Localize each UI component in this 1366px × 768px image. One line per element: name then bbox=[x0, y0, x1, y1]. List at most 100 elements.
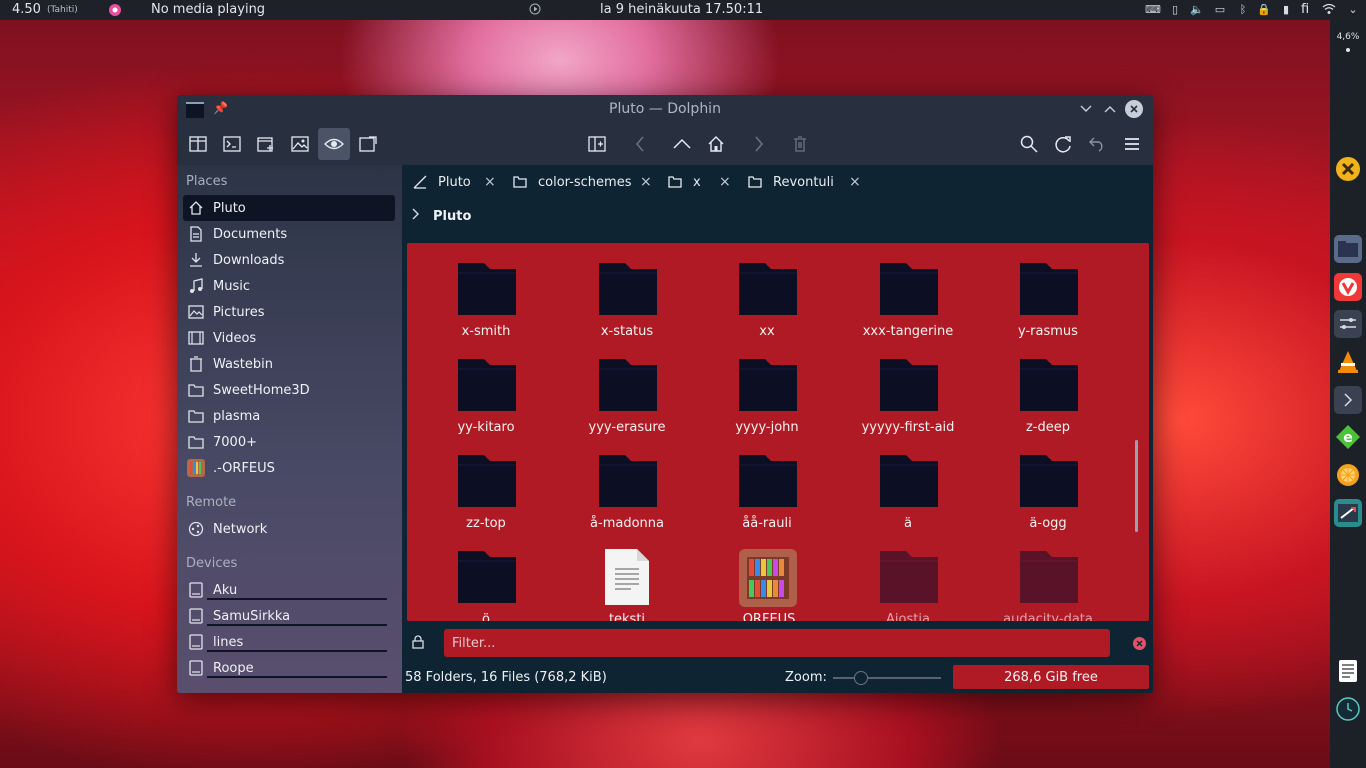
place-documents[interactable]: Documents bbox=[183, 221, 395, 247]
tab-close-icon[interactable]: × bbox=[719, 165, 731, 199]
place-pluto[interactable]: Pluto bbox=[183, 195, 395, 221]
orange-app-icon[interactable] bbox=[1334, 461, 1362, 489]
hidden-folder-item[interactable]: audacity-data bbox=[983, 531, 1113, 621]
file-manager-icon[interactable] bbox=[1334, 235, 1362, 263]
place-wastebin[interactable]: Wastebin bbox=[183, 351, 395, 377]
place-plasma[interactable]: plasma bbox=[183, 403, 395, 429]
folder-item[interactable]: xxx-tangerine bbox=[843, 243, 973, 339]
up-icon[interactable] bbox=[666, 128, 698, 160]
tab-color-schemes[interactable]: color-schemes × bbox=[506, 165, 656, 199]
lock-icon[interactable]: 🔒 bbox=[1257, 3, 1271, 17]
place-pictures[interactable]: Pictures bbox=[183, 299, 395, 325]
kdenlive-icon[interactable] bbox=[1334, 499, 1362, 527]
tab-close-icon[interactable]: × bbox=[640, 165, 652, 199]
home-icon[interactable] bbox=[700, 128, 732, 160]
undo-icon[interactable] bbox=[1081, 128, 1113, 160]
hamburger-menu-icon[interactable] bbox=[1116, 128, 1148, 160]
place-sweethome3d[interactable]: SweetHome3D bbox=[183, 377, 395, 403]
place-downloads[interactable]: Downloads bbox=[183, 247, 395, 273]
new-window-icon[interactable] bbox=[250, 128, 282, 160]
tab-revontuli[interactable]: Revontuli × bbox=[742, 165, 866, 199]
folder-item[interactable]: yyyyy-first-aid bbox=[843, 339, 973, 435]
keyboard-icon[interactable]: ⌨ bbox=[1145, 3, 1161, 17]
folder-item[interactable]: x-status bbox=[562, 243, 692, 339]
preview-image-icon[interactable] bbox=[284, 128, 316, 160]
maximize-icon[interactable] bbox=[1100, 99, 1120, 119]
tab-close-icon[interactable]: × bbox=[849, 165, 861, 199]
free-space-indicator[interactable]: 268,6 GiB free bbox=[953, 665, 1149, 689]
ebook-icon[interactable]: e bbox=[1334, 423, 1362, 451]
clipboard-icon[interactable]: ▯ bbox=[1168, 3, 1182, 17]
xmms-icon[interactable] bbox=[1334, 155, 1362, 183]
forward-icon[interactable] bbox=[743, 128, 775, 160]
status-bar: 58 Folders, 16 Files (768,2 KiB) Zoom: 2… bbox=[402, 663, 1153, 693]
file-item[interactable]: teksti bbox=[562, 531, 692, 621]
place-videos[interactable]: Videos bbox=[183, 325, 395, 351]
folder-item[interactable]: ä bbox=[843, 435, 973, 531]
folder-item[interactable]: yy-kitaro bbox=[421, 339, 551, 435]
bluetooth-icon[interactable]: ᛒ bbox=[1236, 3, 1250, 17]
breadcrumb-current[interactable]: Pluto bbox=[433, 209, 471, 224]
new-tab-icon[interactable] bbox=[352, 128, 384, 160]
folder-item[interactable]: å-madonna bbox=[562, 435, 692, 531]
play-icon[interactable] bbox=[528, 3, 542, 17]
display-icon[interactable]: ▭ bbox=[1213, 3, 1227, 17]
zoom-slider[interactable] bbox=[833, 677, 941, 679]
documents-icon bbox=[187, 225, 205, 243]
zoom-slider-handle[interactable] bbox=[854, 671, 868, 685]
media-player-icon[interactable] bbox=[108, 3, 122, 17]
terminal-icon[interactable] bbox=[216, 128, 248, 160]
tab-x[interactable]: x × bbox=[662, 165, 736, 199]
vlc-icon[interactable] bbox=[1334, 348, 1362, 376]
folder-item[interactable]: zz-top bbox=[421, 435, 551, 531]
trash-icon[interactable] bbox=[784, 128, 816, 160]
titlebar[interactable]: 📌 Pluto — Dolphin bbox=[177, 95, 1153, 123]
keyboard-layout[interactable]: fi bbox=[1301, 0, 1309, 20]
place-orfeus[interactable]: .-ORFEUS bbox=[183, 455, 395, 481]
datetime-clock[interactable]: la 9 heinäkuuta 17.50:11 bbox=[600, 0, 763, 20]
folder-item[interactable]: yyy-erasure bbox=[562, 339, 692, 435]
chevron-down-icon[interactable]: ⌄ bbox=[1346, 3, 1360, 17]
clock-app-icon[interactable] bbox=[1334, 695, 1362, 723]
orfeus-icon bbox=[739, 549, 797, 607]
clear-filter-icon[interactable] bbox=[1133, 637, 1146, 650]
battery-icon[interactable]: ▮ bbox=[1279, 3, 1293, 17]
folder-item[interactable]: xx bbox=[702, 243, 832, 339]
split-view-icon[interactable] bbox=[182, 128, 214, 160]
folder-item[interactable]: z-deep bbox=[983, 339, 1113, 435]
vivaldi-icon[interactable] bbox=[1334, 273, 1362, 301]
file-grid[interactable]: x-smith x-status xx xxx-tangerine y-rasm… bbox=[407, 243, 1149, 621]
folder-item[interactable]: ä-ogg bbox=[983, 435, 1113, 531]
folder-item[interactable]: ö bbox=[421, 531, 551, 621]
split-panel-icon[interactable] bbox=[581, 128, 613, 160]
lock-icon[interactable] bbox=[412, 635, 424, 653]
show-hidden-eye-icon[interactable] bbox=[318, 128, 350, 160]
wifi-icon[interactable] bbox=[1322, 3, 1336, 17]
media-status[interactable]: No media playing bbox=[151, 0, 265, 20]
filter-input[interactable]: Filter... bbox=[444, 629, 1110, 657]
device-label: lines bbox=[213, 634, 244, 650]
search-icon[interactable] bbox=[1013, 128, 1045, 160]
place-music[interactable]: Music bbox=[183, 273, 395, 299]
place-7000[interactable]: 7000+ bbox=[183, 429, 395, 455]
secondary-clock[interactable]: 4.50 bbox=[12, 0, 41, 20]
scrollbar-thumb[interactable] bbox=[1135, 440, 1138, 532]
back-icon[interactable] bbox=[624, 128, 656, 160]
settings-sliders-icon[interactable] bbox=[1334, 310, 1362, 338]
reload-icon[interactable] bbox=[1047, 128, 1079, 160]
terminal-chevron-icon[interactable] bbox=[1334, 386, 1362, 414]
folder-item[interactable]: x-smith bbox=[421, 243, 551, 339]
hidden-folder-item[interactable]: Aiostia bbox=[843, 531, 973, 621]
tab-close-icon[interactable]: × bbox=[484, 165, 496, 199]
tab-pluto[interactable]: Pluto × bbox=[402, 165, 502, 199]
chevron-right-icon[interactable] bbox=[411, 208, 419, 224]
folder-item[interactable]: y-rasmus bbox=[983, 243, 1113, 339]
minimize-icon[interactable] bbox=[1076, 99, 1096, 119]
folder-item[interactable]: åå-rauli bbox=[702, 435, 832, 531]
file-item[interactable]: .ORFEUS bbox=[702, 531, 832, 621]
folder-item[interactable]: yyyy-john bbox=[702, 339, 832, 435]
volume-icon[interactable]: 🔈 bbox=[1190, 3, 1204, 17]
close-icon[interactable] bbox=[1125, 100, 1143, 118]
notes-icon[interactable] bbox=[1334, 657, 1362, 685]
place-network[interactable]: Network bbox=[183, 516, 395, 542]
